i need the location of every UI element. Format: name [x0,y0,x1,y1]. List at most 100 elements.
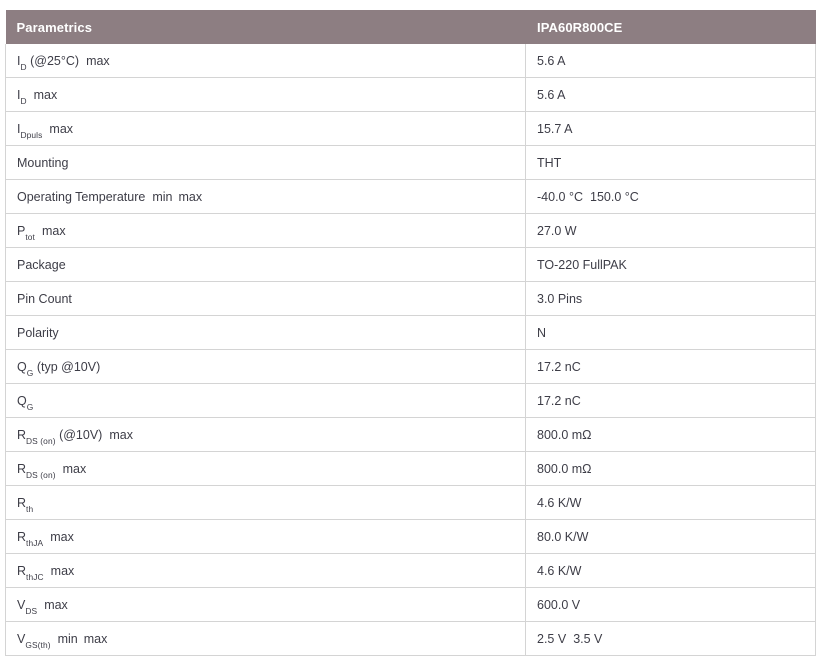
parameter-value-cell: THT [526,146,816,180]
symbol-base: R [17,428,26,442]
parameter-symbol: Mounting [17,156,68,170]
value-primary: 2.5 V [537,632,566,646]
parameter-value-cell: 600.0 V [526,588,816,622]
parametrics-table-container: Parametrics IPA60R800CE ID (@25°C)max 5.6… [5,10,815,656]
table-header: Parametrics IPA60R800CE [6,10,816,44]
parameter-name-cell: Ptotmax [6,214,526,248]
table-row: VDS max 600.0 V [6,588,816,622]
parameter-qualifier: max [34,88,58,102]
parameter-symbol: Ptot [17,224,35,238]
table-row: Operating Temperature minmax -40.0 °C150.0… [6,180,816,214]
parameter-symbol: VGS(th) [17,632,51,646]
table-body: ID (@25°C)max5.6 AIDmax5.6 AIDpulsmax15.… [6,44,816,656]
symbol-subscript: D [20,96,26,106]
parameter-symbol: QG [17,394,33,408]
value-primary: 5.6 A [537,54,566,68]
parameter-qualifier: max [49,122,73,136]
symbol-base: Pin Count [17,292,72,306]
parameter-name-cell: RthJC max [6,554,526,588]
parameter-value-cell: 5.6 A [526,44,816,78]
parameter-qualifier: max [84,632,108,646]
parameter-value-cell: TO-220 FullPAK [526,248,816,282]
symbol-base: R [17,530,26,544]
parameter-name-cell: Mounting [6,146,526,180]
parameter-symbol: ID [17,88,27,102]
table-row: ID max 5.6 A [6,78,816,112]
parameter-value-cell: 800.0 mΩ [526,452,816,486]
parameter-symbol: VDS [17,598,37,612]
symbol-subscript: DS [25,606,37,616]
parameter-qualifier: max [44,598,68,612]
parameter-name-cell: Polarity [6,316,526,350]
value-primary: 3.0 Pins [537,292,582,306]
parameter-value-cell: -40.0 °C150.0 °C [526,180,816,214]
table-row: QG17.2 nC [6,384,816,418]
table-row: Pin Count 3.0 Pins [6,282,816,316]
parameter-qualifier: max [86,54,110,68]
value-primary: 4.6 K/W [537,496,581,510]
parameter-symbol: Rth [17,496,33,510]
value-primary: 4.6 K/W [537,564,581,578]
parameter-symbol: RDS (on) (@10V) [17,428,102,442]
symbol-subscript: G [27,368,34,378]
symbol-base: R [17,564,26,578]
symbol-suffix: (typ @10V) [33,360,100,374]
column-header-parametrics[interactable]: Parametrics [6,10,526,44]
parameter-qualifier: max [63,462,87,476]
parameter-qualifier: max [109,428,133,442]
parameter-value-cell: 80.0 K/W [526,520,816,554]
symbol-subscript: DS (on) [26,470,56,480]
parameter-value-cell: 800.0 mΩ [526,418,816,452]
parameter-symbol: RDS (on) [17,462,56,476]
symbol-suffix: (@10V) [56,428,103,442]
table-row: RthJAmax80.0 K/W [6,520,816,554]
value-primary: 5.6 A [537,88,566,102]
parameter-name-cell: IDpulsmax [6,112,526,146]
symbol-subscript: th [26,504,33,514]
symbol-subscript: tot [25,232,35,242]
parameter-name-cell: Package [6,248,526,282]
parameter-name-cell: RDS (on) (@10V) max [6,418,526,452]
parameter-name-cell: ID max [6,78,526,112]
value-primary: 600.0 V [537,598,580,612]
table-row: RDS (on) (@10V) max 800.0 mΩ [6,418,816,452]
table-row: Rth 4.6 K/W [6,486,816,520]
table-row: Package TO-220 FullPAK [6,248,816,282]
parameter-name-cell: QG [6,384,526,418]
parameter-qualifier: min [152,190,172,204]
parameter-value-cell: N [526,316,816,350]
parameter-symbol: Pin Count [17,292,72,306]
parameter-name-cell: ID (@25°C)max [6,44,526,78]
parameter-name-cell: RthJAmax [6,520,526,554]
symbol-subscript: G [27,402,34,412]
symbol-base: Operating Temperature [17,190,145,204]
symbol-subscript: Dpuls [20,130,42,140]
parameter-symbol: Operating Temperature [17,190,145,204]
parameter-name-cell: Operating Temperature minmax [6,180,526,214]
parameter-value-cell: 17.2 nC [526,350,816,384]
symbol-subscript: GS(th) [25,640,50,650]
value-secondary: 150.0 °C [590,190,639,204]
symbol-base: Q [17,394,27,408]
parameter-name-cell: Rth [6,486,526,520]
table-row: VGS(th) minmax 2.5 V 3.5 V [6,622,816,656]
parameter-symbol: RthJC [17,564,44,578]
parameter-name-cell: VDS max [6,588,526,622]
parameter-qualifier: max [51,564,75,578]
parameter-value-cell: 15.7 A [526,112,816,146]
table-row: QG (typ @10V) 17.2 nC [6,350,816,384]
parameter-value-cell: 5.6 A [526,78,816,112]
value-secondary: 3.5 V [573,632,602,646]
symbol-subscript: thJC [26,572,44,582]
symbol-base: Q [17,360,27,374]
table-row: ID (@25°C)max 5.6 A [6,44,816,78]
value-primary: TO-220 FullPAK [537,258,627,272]
parameter-name-cell: Pin Count [6,282,526,316]
parameter-qualifier: max [178,190,202,204]
column-header-part-number[interactable]: IPA60R800CE [526,10,816,44]
parameter-value-cell: 4.6 K/W [526,486,816,520]
value-primary: 800.0 mΩ [537,428,592,442]
parameter-value-cell: 4.6 K/W [526,554,816,588]
parameter-value-cell: 27.0 W [526,214,816,248]
parameter-qualifier: min [58,632,78,646]
